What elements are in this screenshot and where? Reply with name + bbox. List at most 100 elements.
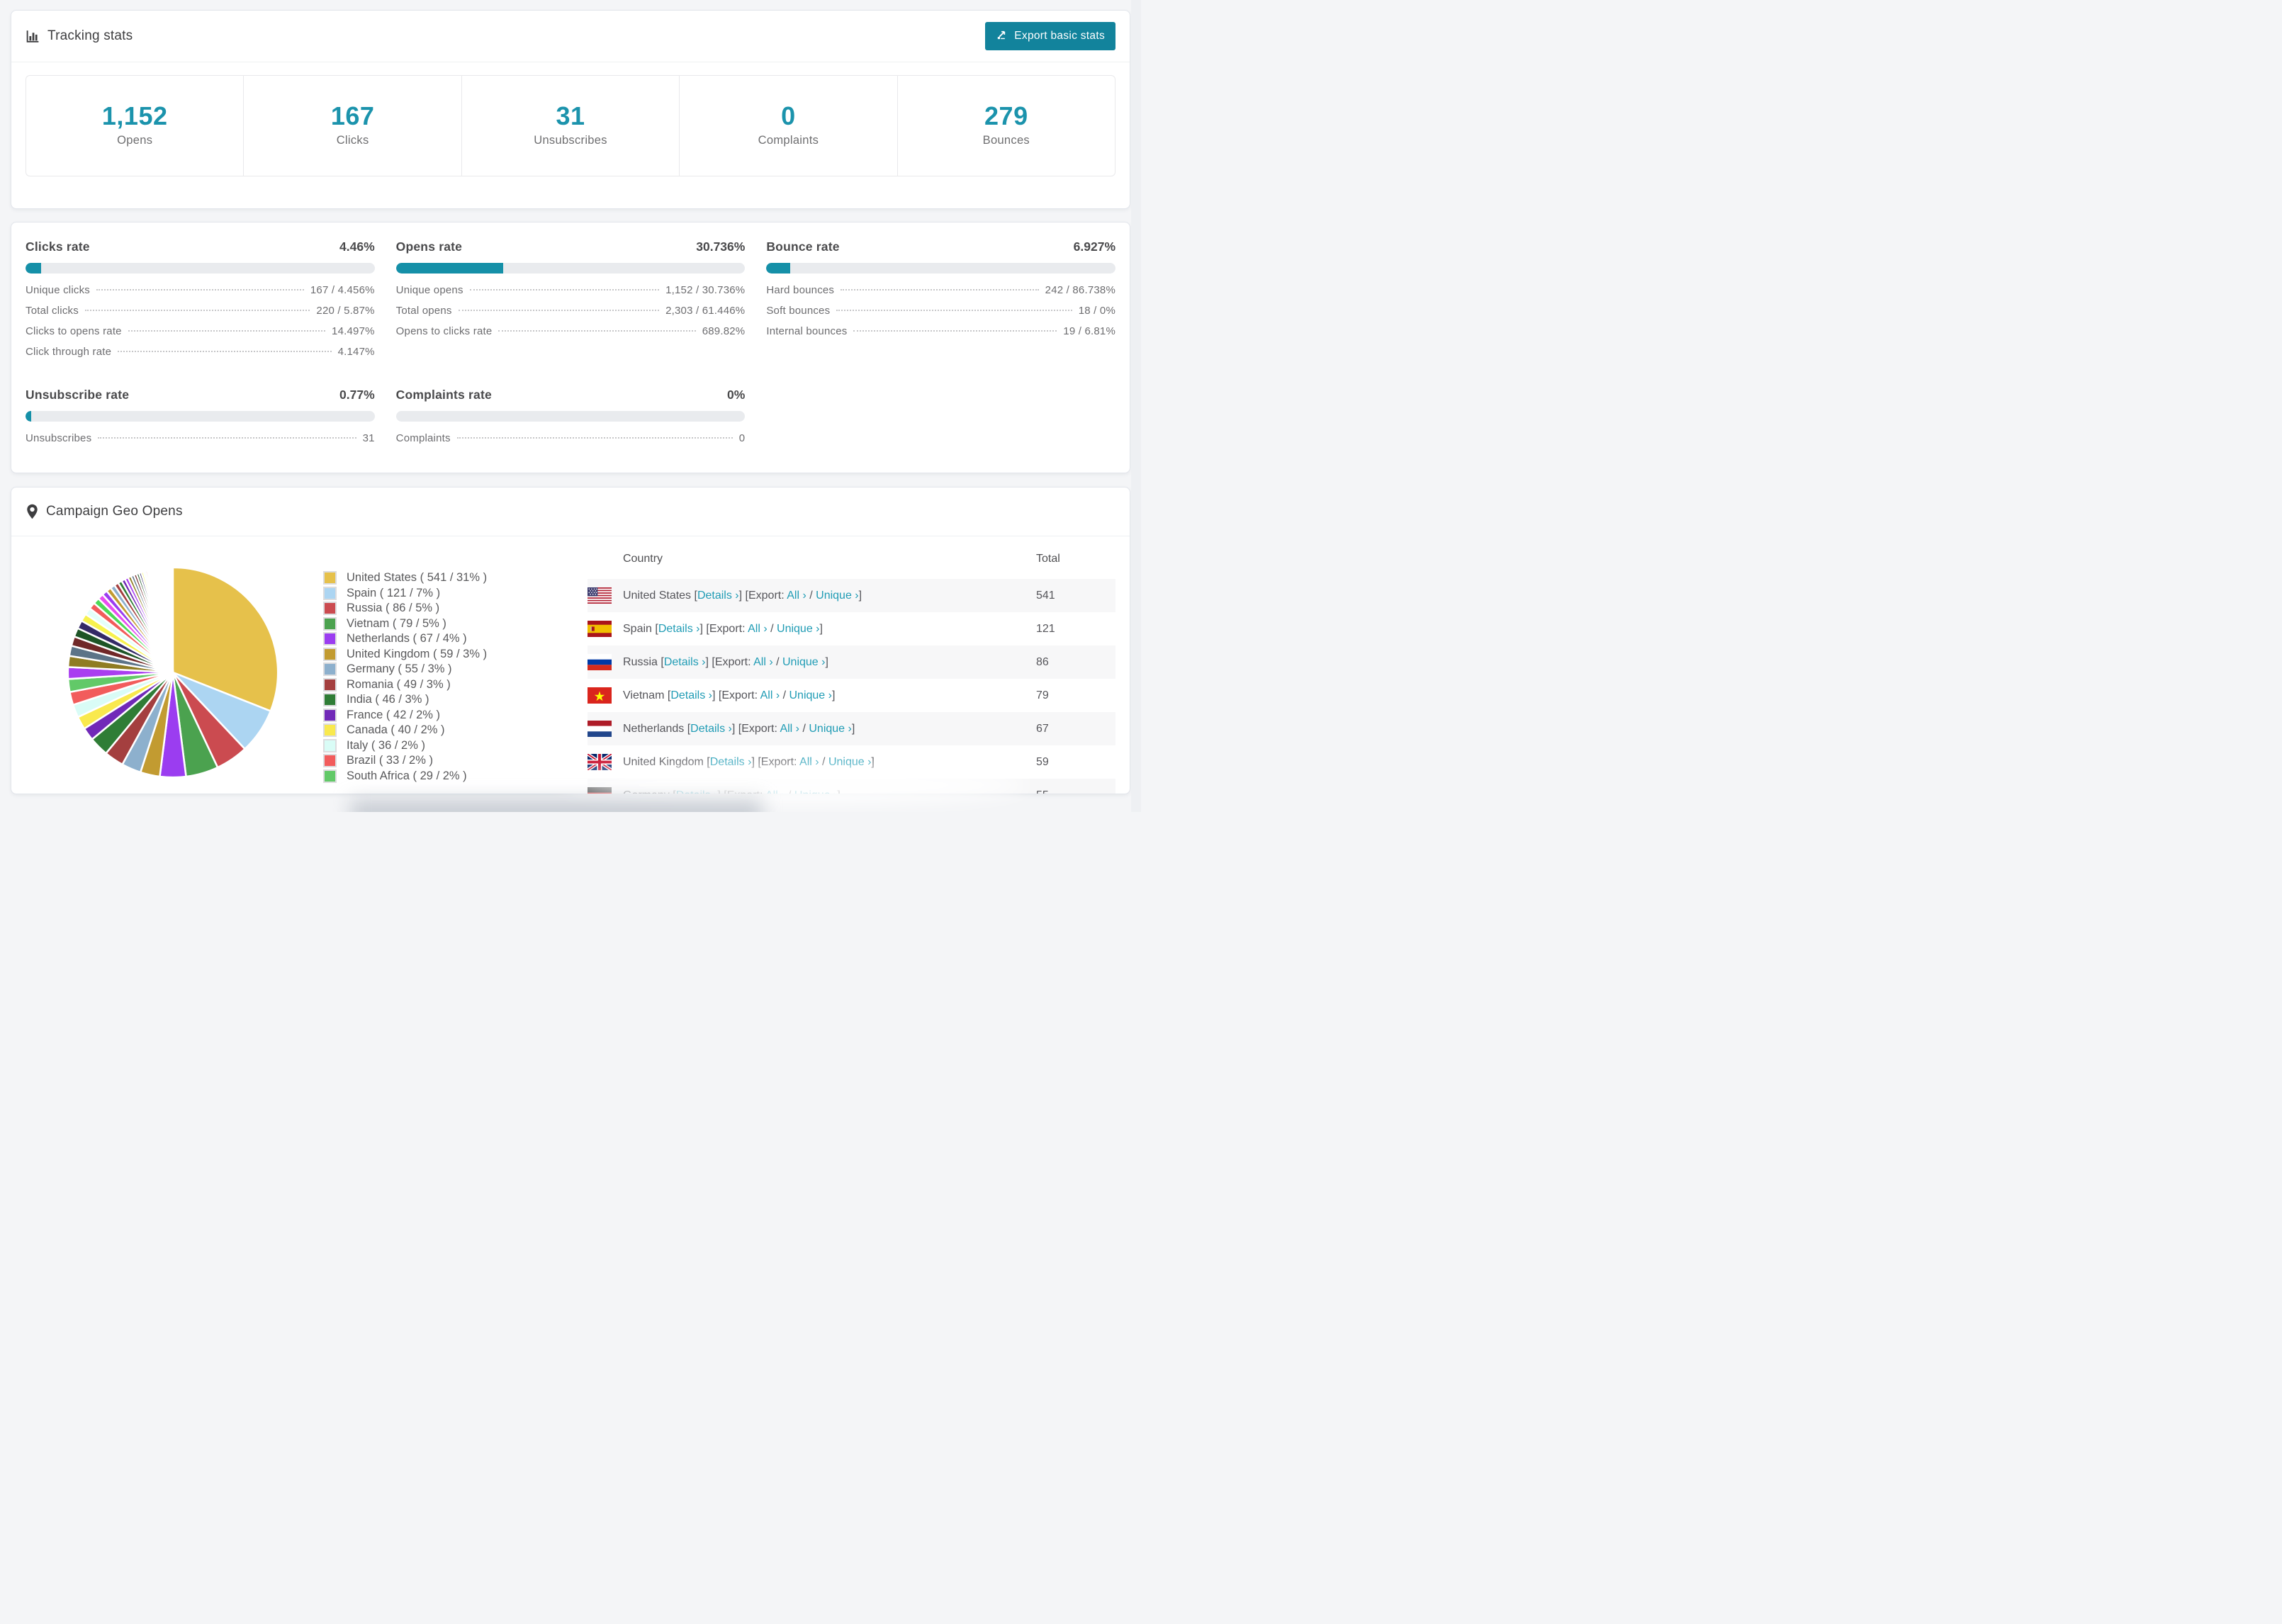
country-links: Russia [Details ›] [Export: All › / Uniq… — [623, 656, 828, 669]
unsubscribe-rate-progressbar — [26, 411, 375, 422]
country-links: Spain [Details ›] [Export: All › / Uniqu… — [623, 623, 823, 636]
bracket: ] [ — [712, 689, 722, 701]
rates-card: Clicks rate 4.46% Unique clicks 167 / 4.45… — [11, 222, 1130, 473]
rate-detail-row: Opens to clicks rate 689.82% — [396, 325, 746, 346]
bounce-rate-details: Hard bounces 242 / 86.738% Soft bounces 18 … — [766, 284, 1115, 346]
details-link[interactable]: Details › — [676, 789, 718, 794]
legend-item[interactable]: Netherlands ( 67 / 4% ) — [323, 631, 543, 647]
legend-item[interactable]: Spain ( 121 / 7% ) — [323, 586, 543, 602]
bracket: ] [ — [717, 789, 726, 794]
total-cell: 55 — [1036, 789, 1115, 794]
country-name: Russia — [623, 655, 661, 668]
geo-content: United States ( 541 / 31% ) Spain ( 121 /… — [11, 536, 1130, 794]
export-all-link[interactable]: All › — [780, 723, 799, 735]
rate-detail-row: Total clicks 220 / 5.87% — [26, 305, 375, 325]
export-all-link[interactable]: All › — [753, 656, 773, 668]
export-label: Export: — [748, 589, 787, 602]
tracking-stats-card: Tracking stats Export basic stats 1,152 … — [11, 10, 1130, 209]
legend-item[interactable]: Romania ( 49 / 3% ) — [323, 677, 543, 693]
dotted-leader — [456, 437, 733, 439]
export-all-link[interactable]: All › — [760, 689, 780, 701]
country-links: United Kingdom [Details ›] [Export: All … — [623, 756, 875, 769]
rate-detail-value: 31 — [362, 432, 375, 444]
es-flag-icon — [588, 621, 612, 637]
export-all-link[interactable]: All › — [799, 756, 819, 768]
export-label: Export: — [714, 655, 754, 668]
legend-label: Russia ( 86 / 5% ) — [347, 602, 440, 615]
export-unique-link[interactable]: Unique › — [789, 689, 832, 701]
legend-item[interactable]: United Kingdom ( 59 / 3% ) — [323, 647, 543, 662]
stat-opens: 1,152 Opens — [26, 76, 244, 176]
legend-item[interactable]: Russia ( 86 / 5% ) — [323, 601, 543, 616]
stat-complaints-label: Complaints — [758, 134, 819, 147]
legend-item[interactable]: United States ( 541 / 31% ) — [323, 570, 543, 586]
legend-item[interactable]: Germany ( 55 / 3% ) — [323, 662, 543, 677]
export-all-link[interactable]: All › — [748, 623, 768, 635]
rate-detail-value: 2,303 / 61.446% — [665, 305, 746, 317]
rate-detail-row: Total opens 2,303 / 61.446% — [396, 305, 746, 325]
stat-bounces-value: 279 — [984, 101, 1028, 130]
bottom-gray-blur — [351, 799, 762, 812]
legend-label: United Kingdom ( 59 / 3% ) — [347, 647, 488, 660]
country-name: Netherlands — [623, 722, 687, 735]
export-all-link[interactable]: All › — [765, 789, 785, 794]
legend-item[interactable]: Brazil ( 33 / 2% ) — [323, 753, 543, 769]
stat-complaints-value: 0 — [781, 101, 796, 130]
summary-stats: 1,152 Opens 167 Clicks 31 Unsubscribes 0… — [26, 75, 1115, 176]
export-unique-link[interactable]: Unique › — [794, 789, 837, 794]
legend-swatch — [323, 632, 337, 646]
details-link[interactable]: Details › — [664, 656, 706, 668]
legend-item[interactable]: Vietnam ( 79 / 5% ) — [323, 616, 543, 632]
geo-table-row: Netherlands [Details ›] [Export: All › /… — [588, 712, 1115, 745]
legend-label: Brazil ( 33 / 2% ) — [347, 754, 433, 767]
details-link[interactable]: Details › — [697, 590, 739, 602]
geo-table-row: Russia [Details ›] [Export: All › / Uniq… — [588, 645, 1115, 679]
unsubscribe-rate-value: 0.77% — [339, 388, 375, 402]
legend-label: South Africa ( 29 / 2% ) — [347, 769, 467, 782]
stat-unsubscribes-value: 31 — [556, 101, 585, 130]
details-link[interactable]: Details › — [670, 689, 712, 701]
rate-detail-value: 19 / 6.81% — [1063, 325, 1116, 337]
rate-detail-value: 14.497% — [332, 325, 375, 337]
bracket: ] [ — [705, 655, 715, 668]
export-unique-link[interactable]: Unique › — [782, 656, 825, 668]
country-links: United States [Details ›] [Export: All ›… — [623, 590, 862, 602]
dotted-leader — [469, 289, 660, 291]
geo-table-body: United States [Details ›] [Export: All ›… — [588, 579, 1115, 794]
separator: / — [806, 589, 816, 602]
legend-item[interactable]: France ( 42 / 2% ) — [323, 708, 543, 723]
export-label: Export: — [709, 622, 748, 635]
rate-detail-value: 4.147% — [337, 346, 375, 358]
dotted-leader — [96, 289, 304, 291]
export-unique-link[interactable]: Unique › — [809, 723, 851, 735]
rates-row-2: Unsubscribe rate 0.77% Unsubscribes 31 Com… — [26, 388, 1115, 453]
unsubscribe-rate-block: Unsubscribe rate 0.77% Unsubscribes 31 — [26, 388, 375, 453]
legend-swatch — [323, 693, 337, 707]
export-unique-link[interactable]: Unique › — [777, 623, 819, 635]
separator: / — [799, 722, 809, 735]
geo-table: Country Total United States [Details ›] … — [588, 543, 1115, 794]
export-unique-link[interactable]: Unique › — [828, 756, 871, 768]
total-cell: 67 — [1036, 722, 1049, 735]
legend-item[interactable]: South Africa ( 29 / 2% ) — [323, 769, 543, 784]
separator: / — [785, 789, 794, 794]
legend-item[interactable]: Italy ( 36 / 2% ) — [323, 738, 543, 754]
complaints-rate-value: 0% — [727, 388, 746, 402]
legend-item[interactable]: India ( 46 / 3% ) — [323, 692, 543, 708]
country-column-header: Country — [623, 553, 663, 565]
total-cell: 79 — [1036, 689, 1049, 701]
separator: / — [780, 689, 789, 701]
details-link[interactable]: Details › — [658, 623, 700, 635]
export-basic-stats-button[interactable]: Export basic stats — [985, 22, 1115, 50]
legend-item[interactable]: Canada ( 40 / 2% ) — [323, 723, 543, 738]
export-unique-link[interactable]: Unique › — [816, 590, 858, 602]
geo-opens-title: Campaign Geo Opens — [26, 504, 183, 519]
details-link[interactable]: Details › — [690, 723, 732, 735]
stat-complaints: 0 Complaints — [680, 76, 898, 176]
bracket: ] — [837, 789, 840, 794]
legend-swatch — [323, 602, 337, 616]
details-link[interactable]: Details › — [710, 756, 752, 768]
de-flag-icon — [588, 787, 612, 794]
export-all-link[interactable]: All › — [787, 590, 806, 602]
legend-swatch — [323, 708, 337, 722]
